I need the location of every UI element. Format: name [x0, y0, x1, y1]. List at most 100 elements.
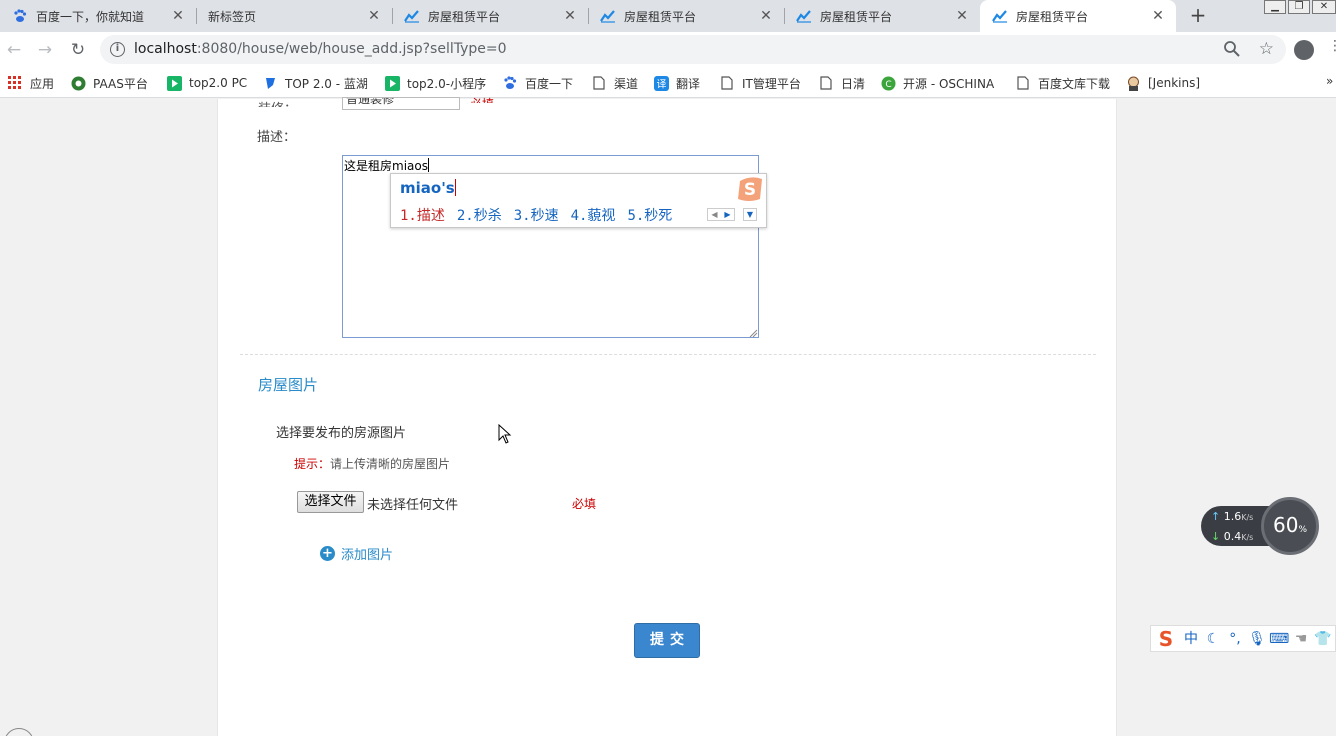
ime-next-page-icon[interactable]: ▶ [721, 209, 734, 220]
ime-candidate[interactable]: 2.秒杀 [457, 205, 502, 225]
upload-speed: ↑ 1.6K/s [1211, 510, 1253, 523]
url-text[interactable]: localhost:8080/house/web/house_add.jsp?s… [134, 41, 507, 57]
ime-status-bar: S 中 ☾ °, 🎙 ⌨ ☚ 👕 [1150, 625, 1336, 652]
bookmark-label: 百度文库下载 [1038, 76, 1111, 91]
bookmarks-overflow-icon[interactable]: » [1326, 74, 1333, 88]
bookmark-apps[interactable]: 应用 [7, 74, 54, 92]
forward-arrow-icon[interactable]: → [33, 38, 57, 62]
bookmark-label: 日清 [841, 76, 866, 91]
ime-candidate-popup: miao's 1.描述 2.秒杀 3.秒速 4.藐视 5.秒死 ◀ ▶ ▼ S [390, 173, 767, 228]
chart-line-icon [992, 8, 1008, 24]
oschina-icon: C [880, 75, 896, 91]
tab-house-active[interactable]: 房屋租赁平台 ✕ [980, 0, 1176, 32]
tab-close-icon[interactable]: ✕ [170, 8, 186, 24]
bookmark-it-platform[interactable]: IT管理平台 [719, 74, 801, 92]
bookmark-paas[interactable]: PAAS平台 [70, 74, 148, 92]
svg-text:C: C [885, 80, 891, 90]
ime-candidate[interactable]: 3.秒速 [514, 205, 559, 225]
bookmark-channel[interactable]: 渠道 [591, 74, 638, 92]
hand-icon[interactable]: ☚ [1291, 629, 1311, 649]
minimize-button[interactable]: ▁ [1264, 0, 1286, 14]
ime-candidate[interactable]: 4.藐视 [571, 205, 616, 225]
ime-prev-page-icon[interactable]: ◀ [708, 209, 721, 220]
ime-caret [454, 179, 456, 196]
shirt-icon[interactable]: 👕 [1313, 629, 1333, 649]
tab-title: 新标签页 [208, 9, 257, 24]
decoration-select[interactable]: 普通装修 [342, 97, 460, 110]
svg-text:S: S [744, 180, 756, 200]
bookmark-label: 翻译 [676, 76, 701, 91]
bookmarks-bar: 应用 PAAS平台 top2.0 PC TOP 2.0 - 蓝湖 top2.0-… [0, 68, 1336, 98]
back-arrow-icon[interactable]: ← [2, 38, 26, 62]
restore-button[interactable]: ❐ [1288, 0, 1310, 14]
tab-title: 房屋租赁平台 [428, 9, 501, 24]
window-close-button[interactable]: ✕ [1312, 0, 1336, 14]
decoration-value: 普通装修 [346, 97, 395, 106]
download-unit: K/s [1241, 533, 1254, 542]
tab-close-icon[interactable]: ✕ [758, 8, 774, 24]
play-green-icon [166, 75, 182, 91]
bookmark-wenku[interactable]: 百度文库下载 [1015, 74, 1110, 92]
tab-title: 百度一下，你就知道 [36, 9, 145, 24]
ime-expand-icon[interactable]: ▼ [743, 208, 757, 221]
memory-percent-sign: % [1298, 525, 1307, 535]
jenkins-icon [1125, 75, 1141, 91]
tab-close-icon[interactable]: ✕ [1150, 8, 1166, 24]
description-label: 描述： [257, 130, 297, 145]
site-info-icon[interactable]: i [110, 42, 125, 57]
reload-icon[interactable]: ↻ [66, 38, 90, 62]
memory-gauge[interactable]: 60% [1261, 497, 1319, 555]
section-divider [240, 354, 1096, 355]
apps-grid-icon [7, 75, 23, 91]
ime-candidates: 1.描述 2.秒杀 3.秒速 4.藐视 5.秒死 [400, 205, 684, 225]
bookmark-oschina[interactable]: C 开源 - OSCHINA [880, 74, 994, 92]
bookmark-jenkins[interactable]: [Jenkins] [1125, 74, 1200, 92]
address-bar[interactable]: i localhost:8080/house/web/house_add.jsp… [100, 35, 1286, 64]
page-icon [818, 75, 834, 91]
tab-close-icon[interactable]: ✕ [562, 8, 578, 24]
page-icon [591, 75, 607, 91]
house-images-title: 房屋图片 [258, 376, 319, 394]
bookmark-top2-pc[interactable]: top2.0 PC [166, 74, 247, 92]
url-path: :8080/house/web/house_add.jsp?sellType=0 [196, 41, 507, 57]
tab-house-3[interactable]: 房屋租赁平台 ✕ [784, 0, 980, 32]
bookmark-star-icon[interactable]: ☆ [1259, 39, 1274, 59]
moon-icon[interactable]: ☾ [1203, 629, 1223, 649]
url-host: localhost [134, 41, 197, 57]
tab-close-icon[interactable]: ✕ [366, 8, 382, 24]
choose-file-button[interactable]: 选择文件 [297, 491, 364, 513]
ime-candidate[interactable]: 1.描述 [400, 205, 445, 225]
submit-button[interactable]: 提交 [634, 623, 700, 658]
bookmark-riqing[interactable]: 日清 [818, 74, 865, 92]
sogou-s-icon[interactable]: S [1153, 629, 1179, 649]
ime-pager: ◀ ▶ [707, 208, 735, 221]
memory-percent-value: 60 [1272, 513, 1299, 537]
lanhu-icon [262, 75, 278, 91]
plus-circle-icon: + [320, 546, 335, 561]
bookmark-translate[interactable]: 译 翻译 [653, 74, 700, 92]
bookmark-baidu[interactable]: 百度一下 [502, 74, 573, 92]
resize-grip-icon[interactable] [748, 327, 758, 338]
keyboard-icon[interactable]: ⌨ [1269, 629, 1289, 649]
tab-house-2[interactable]: 房屋租赁平台 ✕ [588, 0, 784, 32]
tab-baidu[interactable]: 百度一下，你就知道 ✕ [0, 0, 196, 32]
add-picture-link[interactable]: + 添加图片 [320, 544, 393, 563]
tab-close-icon[interactable]: ✕ [954, 8, 970, 24]
tab-new-tab[interactable]: 新标签页 ✕ [196, 0, 392, 32]
new-tab-button[interactable]: + [1186, 4, 1210, 28]
ime-mode-toggle[interactable]: 中 [1181, 629, 1201, 649]
punctuation-icon[interactable]: °, [1225, 629, 1245, 649]
page-icon [719, 75, 735, 91]
bookmark-lanhu[interactable]: TOP 2.0 - 蓝湖 [262, 74, 368, 92]
zoom-magnifier-icon[interactable] [1222, 39, 1242, 59]
tab-house-1[interactable]: 房屋租赁平台 ✕ [392, 0, 588, 32]
bookmark-label: 渠道 [614, 76, 639, 91]
menu-dots-icon[interactable]: ⋮ [1328, 38, 1336, 58]
profile-avatar-icon[interactable] [1294, 40, 1314, 60]
ime-candidate[interactable]: 5.秒死 [627, 205, 672, 225]
add-picture-label: 添加图片 [341, 548, 394, 563]
chart-line-icon [404, 8, 420, 24]
microphone-icon[interactable]: 🎙 [1247, 629, 1267, 649]
bookmark-top2-miniprogram[interactable]: top2.0-小程序 [384, 74, 486, 92]
decoration-required-text: 必填 [470, 95, 494, 103]
